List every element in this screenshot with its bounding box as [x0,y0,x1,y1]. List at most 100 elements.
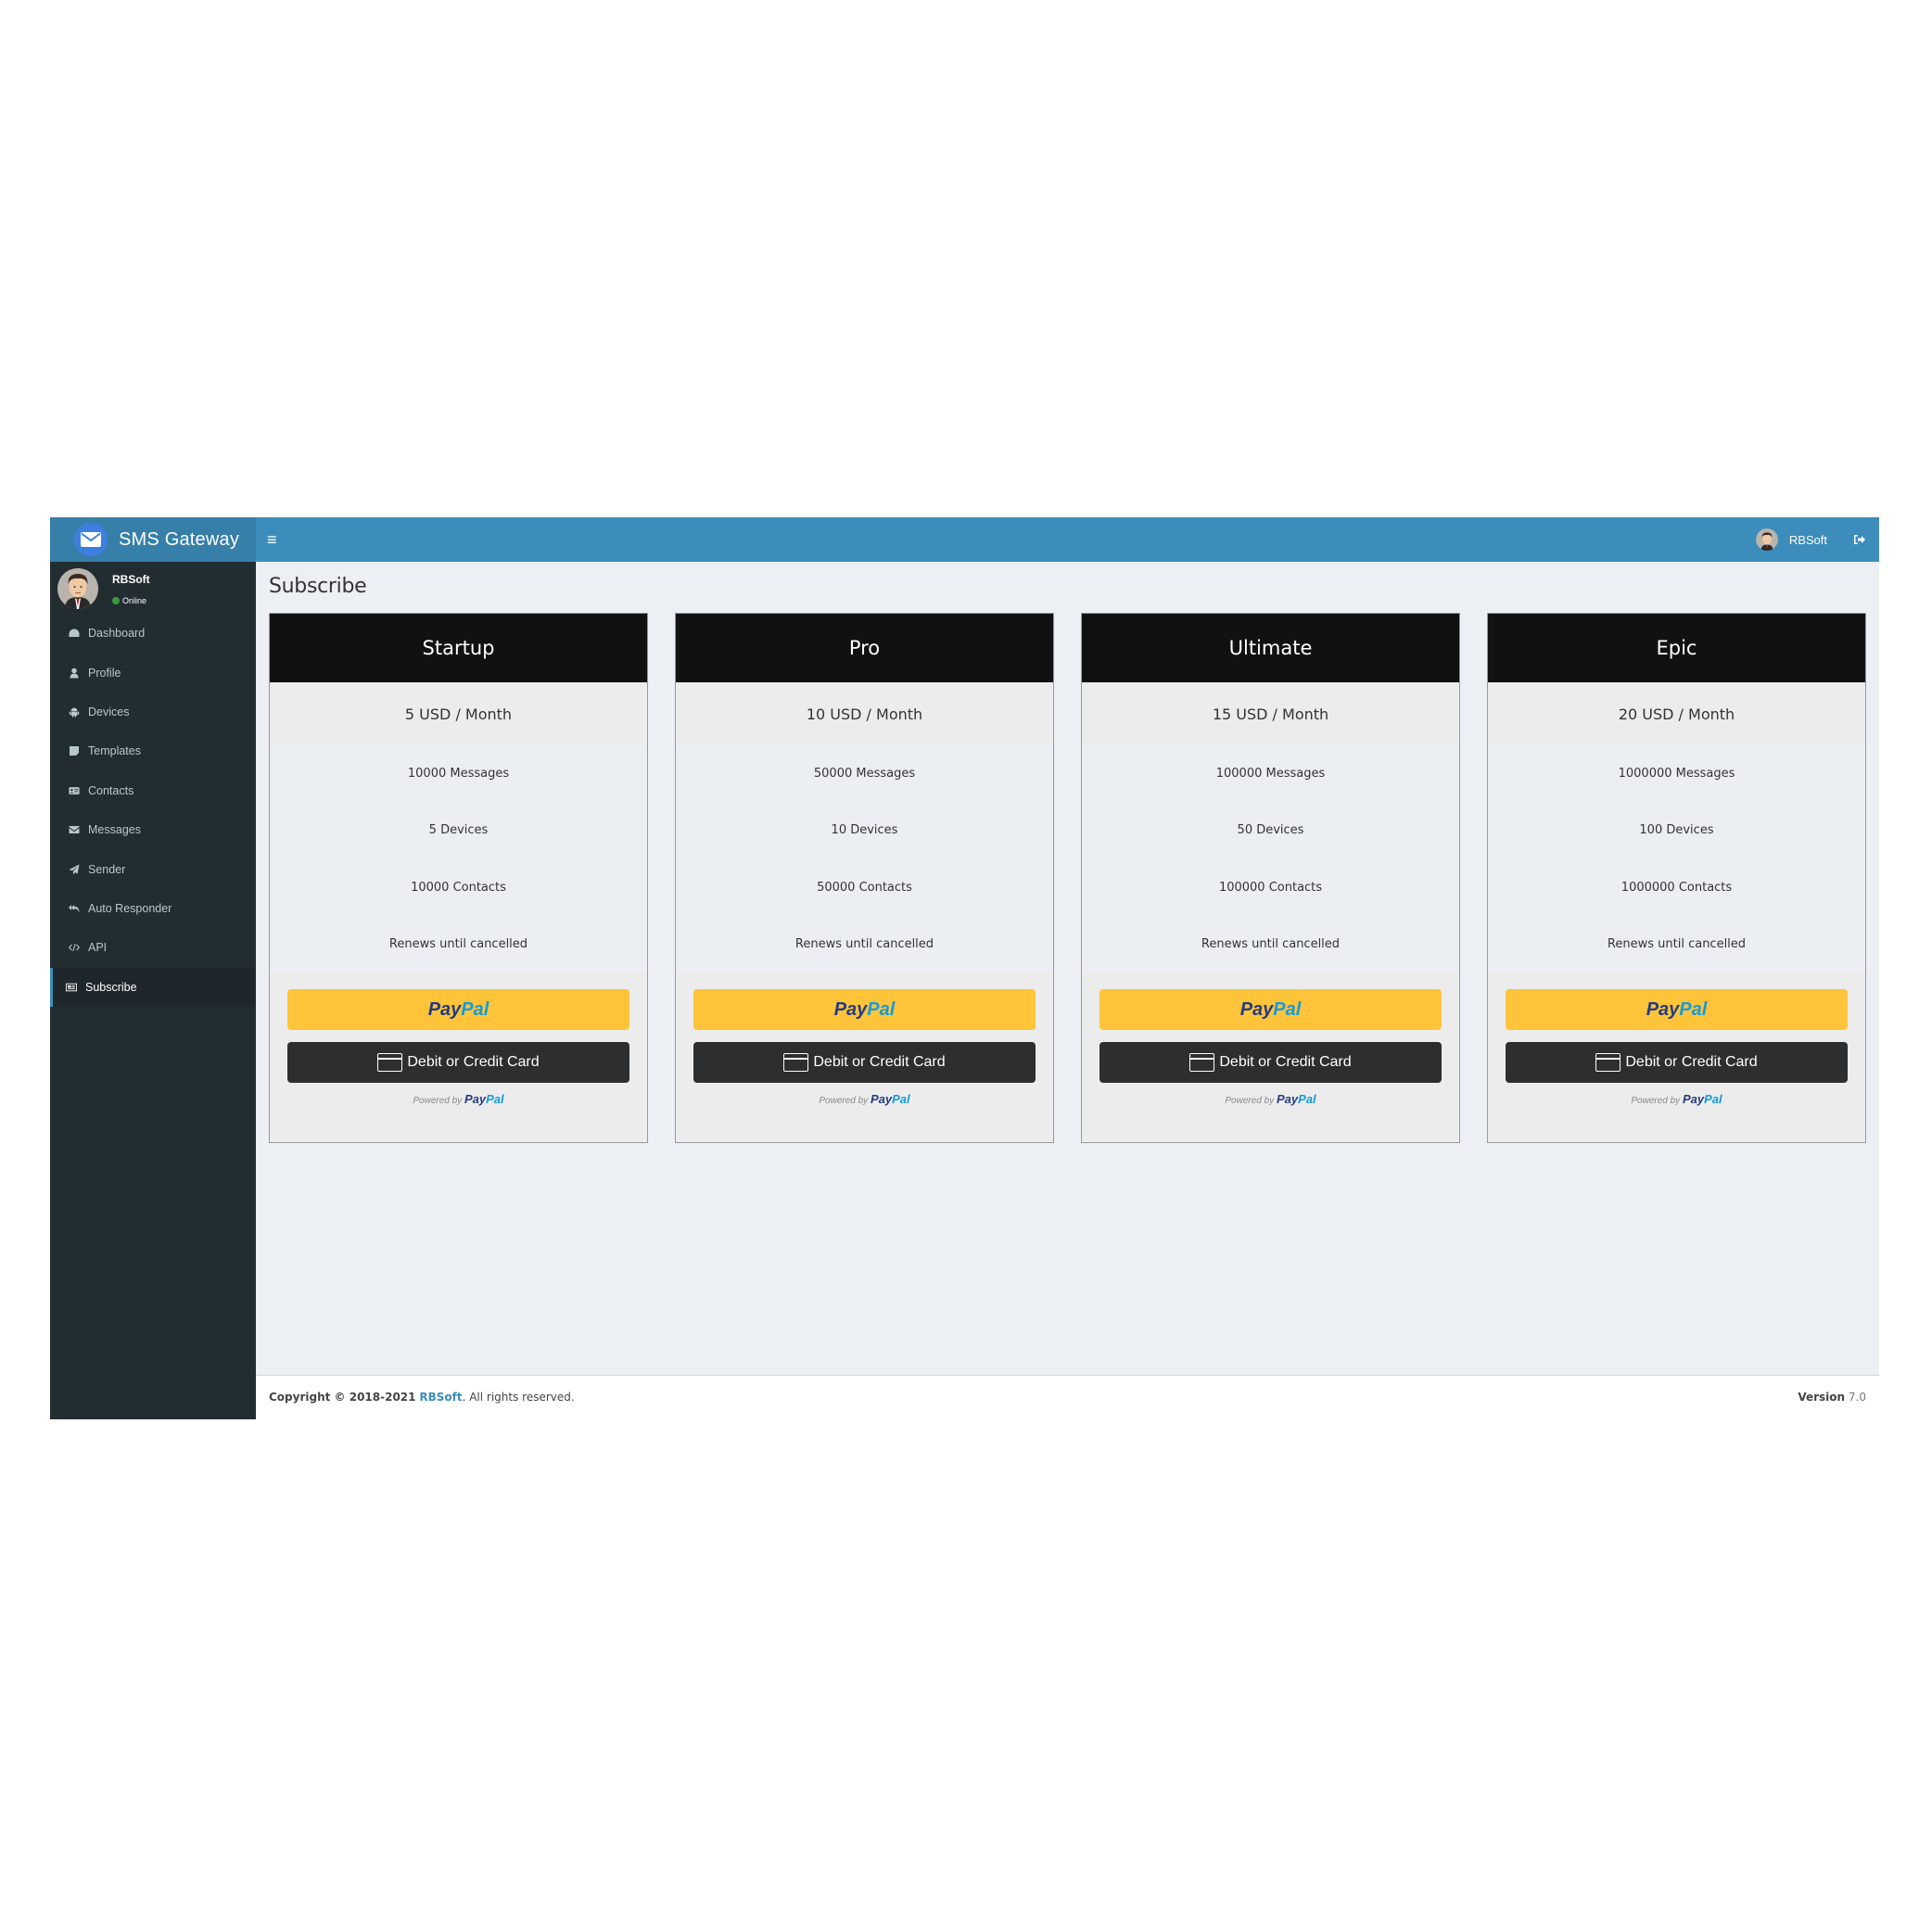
plan-messages: 100000 Messages [1082,745,1459,803]
version-info: Version 7.0 [1798,1391,1866,1404]
newspaper-icon [65,981,78,994]
envelope-icon [68,823,81,836]
plan-price: 20 USD / Month [1618,705,1735,723]
online-dot-icon [112,597,120,604]
top-navbar: SMS Gateway ≡ RBSoft [50,517,1879,562]
debit-credit-card-button[interactable]: Debit or Credit Card [1099,1042,1442,1083]
plan-contacts: 1000000 Contacts [1488,858,1865,916]
footer: Copyright © 2018-2021 RBSoft. All rights… [256,1375,1879,1419]
powered-by-paypal: Powered by PayPal [1225,1092,1316,1106]
sidebar-item-auto-responder[interactable]: Auto Responder [50,889,256,928]
payment-buttons: Pay Pal Debit or Credit Card Powered by P… [693,989,1036,1106]
credit-card-icon [783,1053,809,1072]
plan-name: Pro [676,614,1053,682]
hamburger-icon: ≡ [267,530,277,549]
credit-card-icon [377,1053,403,1072]
sticky-note-icon [68,744,81,757]
paper-plane-icon [68,863,81,876]
plan-card-epic: Epic 20 USD / Month 1000000 Messages 100… [1487,613,1866,1143]
user-icon [68,667,81,680]
paypal-logo-pal: Pal [1273,998,1302,1020]
dashboard-icon [68,627,81,640]
copyright: Copyright © 2018-2021 RBSoft. All rights… [269,1391,575,1404]
credit-card-icon [1189,1053,1215,1072]
sidebar-item-dashboard[interactable]: Dashboard [50,614,256,653]
powered-by-paypal: Powered by PayPal [413,1092,504,1106]
sidebar-item-profile[interactable]: Profile [50,653,256,692]
plan-renewal: Renews until cancelled [1082,915,1459,972]
navbar-user-name: RBSoft [1788,532,1827,547]
code-icon [68,941,81,954]
sidebar-toggle-button[interactable]: ≡ [267,528,277,551]
debit-credit-card-button[interactable]: Debit or Credit Card [693,1042,1036,1083]
sidebar: RBSoft Online Dashboard Profile Devices … [50,562,256,1419]
sidebar-item-subscribe[interactable]: Subscribe [50,967,256,1007]
android-icon [68,705,81,718]
card-button-label: Debit or Credit Card [813,1054,946,1070]
app-window: SMS Gateway ≡ RBSoft RBSoft Online Dashb… [50,517,1879,1419]
plan-name: Epic [1488,614,1865,682]
plan-devices: 50 Devices [1082,802,1459,859]
company-link[interactable]: RBSoft [419,1391,462,1404]
address-card-icon [68,784,81,797]
card-button-label: Debit or Credit Card [407,1054,540,1070]
paypal-button[interactable]: Pay Pal [287,989,629,1030]
plan-price: 10 USD / Month [806,705,923,723]
user-panel: RBSoft Online [50,562,256,614]
plan-card-startup: Startup 5 USD / Month 10000 Messages 5 D… [269,613,648,1143]
reply-all-icon [68,902,81,915]
sidebar-item-devices[interactable]: Devices [50,693,256,731]
plan-renewal: Renews until cancelled [1488,915,1865,972]
plan-contacts: 100000 Contacts [1082,858,1459,916]
sidebar-item-messages[interactable]: Messages [50,810,256,849]
sidebar-item-contacts[interactable]: Contacts [50,771,256,810]
debit-credit-card-button[interactable]: Debit or Credit Card [1506,1042,1848,1083]
credit-card-icon [1595,1053,1621,1072]
paypal-button[interactable]: Pay Pal [1099,989,1442,1030]
payment-buttons: Pay Pal Debit or Credit Card Powered by P… [1099,989,1442,1106]
debit-credit-card-button[interactable]: Debit or Credit Card [287,1042,629,1083]
plan-card-ultimate: Ultimate 15 USD / Month 100000 Messages … [1081,613,1460,1143]
paypal-logo-pay: Pay [833,998,868,1020]
sidebar-menu: Dashboard Profile Devices Templates Cont… [50,614,256,1007]
plan-devices: 5 Devices [270,802,647,859]
envelope-icon [74,523,108,556]
plan-messages: 50000 Messages [676,745,1053,803]
avatar [57,568,98,609]
plan-renewal: Renews until cancelled [676,915,1053,972]
plan-price: 5 USD / Month [404,705,513,723]
sidebar-item-api[interactable]: API [50,928,256,967]
sidebar-item-templates[interactable]: Templates [50,731,256,770]
app-logo[interactable]: SMS Gateway [50,517,256,562]
avatar [1755,528,1778,551]
plan-messages: 10000 Messages [270,745,647,803]
plan-name: Ultimate [1082,614,1459,682]
paypal-logo-pal: Pal [867,998,896,1020]
paypal-logo-pay: Pay [1239,998,1274,1020]
plan-card-pro: Pro 10 USD / Month 50000 Messages 10 Dev… [675,613,1054,1143]
paypal-button[interactable]: Pay Pal [1506,989,1848,1030]
plan-devices: 10 Devices [676,802,1053,859]
paypal-logo-pal: Pal [461,998,489,1020]
page-title: Subscribe [269,575,367,598]
plan-price: 15 USD / Month [1212,705,1329,723]
plan-contacts: 50000 Contacts [676,858,1053,916]
logout-button[interactable] [1853,534,1866,545]
plan-devices: 100 Devices [1488,802,1865,859]
app-title: SMS Gateway [119,528,240,550]
user-menu[interactable]: RBSoft [1755,528,1827,551]
paypal-logo-pal: Pal [1679,998,1708,1020]
main-content: Subscribe Startup 5 USD / Month 10000 Me… [256,562,1879,1375]
plan-messages: 1000000 Messages [1488,745,1865,803]
plan-cards: Startup 5 USD / Month 10000 Messages 5 D… [269,613,1866,1143]
online-status: Online [112,596,146,605]
plan-renewal: Renews until cancelled [270,915,647,972]
paypal-button[interactable]: Pay Pal [693,989,1036,1030]
sign-out-icon [1854,535,1865,544]
sidebar-item-sender[interactable]: Sender [50,849,256,888]
card-button-label: Debit or Credit Card [1219,1054,1352,1070]
payment-buttons: Pay Pal Debit or Credit Card Powered by P… [1506,989,1848,1106]
status-label: Online [122,596,147,605]
powered-by-paypal: Powered by PayPal [819,1092,910,1106]
sidebar-user-name: RBSoft [112,573,150,586]
